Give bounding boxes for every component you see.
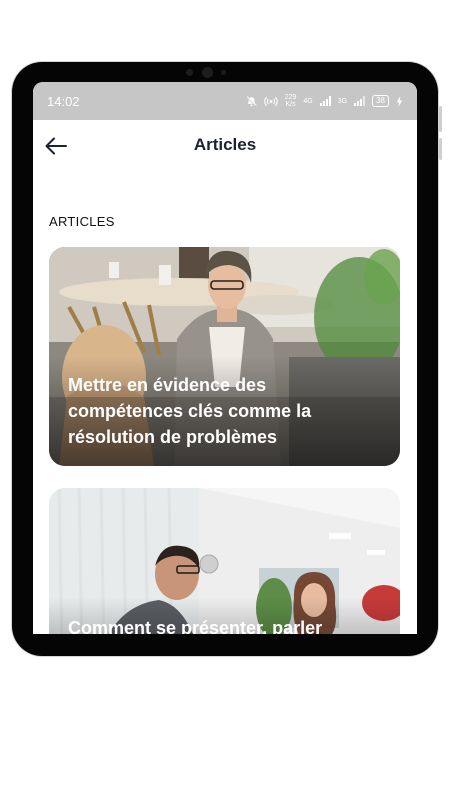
charging-icon [396,95,403,107]
app-bar: Articles [33,120,417,172]
status-time: 14:02 [47,93,80,109]
signal-icon [319,96,331,106]
sim2-label: 3G [337,97,348,105]
mute-icon [246,95,257,107]
status-bar: 14:02 229 K/s 4G 3G 38 [33,82,417,120]
article-title: Mettre en évidence des compétences clés … [68,375,312,447]
front-camera [202,67,213,78]
article-card[interactable]: Mettre en évidence des compétences clés … [49,247,400,466]
sim1-label: 4G [303,97,313,105]
battery-icon: 38 [372,95,389,107]
app-screen: 14:02 229 K/s 4G 3G 38 Articles ARTICLES… [33,82,417,634]
section-heading: ARTICLES [49,214,115,229]
article-title: Comment se présenter, parler [68,618,323,634]
volume-button [439,106,442,132]
status-icons: 229 K/s 4G 3G 38 [246,94,403,108]
tablet-frame: 14:02 229 K/s 4G 3G 38 Articles ARTICLES… [12,62,442,656]
page-title: Articles [193,135,257,154]
article-card[interactable]: Comment se présenter, parler [49,488,400,634]
signal-icon [354,96,366,106]
hotspot-icon [264,96,278,106]
network-speed: 229 K/s [284,94,297,108]
sensor-dot [221,70,226,75]
power-button [439,138,442,160]
camera-dot [186,69,193,76]
